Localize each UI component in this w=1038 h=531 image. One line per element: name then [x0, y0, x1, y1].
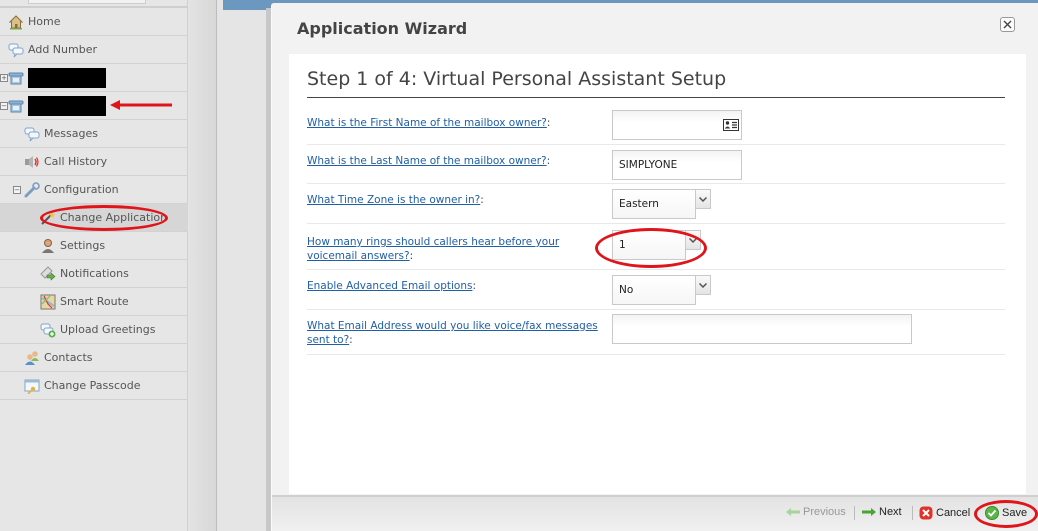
sidebar-item-label: Contacts	[44, 351, 93, 364]
cancel-icon	[919, 506, 933, 520]
sidebar-item-label: Notifications	[60, 267, 129, 280]
collapse-icon[interactable]: −	[13, 185, 21, 194]
sidebar-item-contacts[interactable]: Contacts	[0, 344, 188, 372]
select-value: Eastern	[612, 189, 696, 219]
sidebar-item-smart-route[interactable]: Smart Route	[0, 288, 188, 316]
arrow-left-icon	[786, 508, 800, 516]
field-row-last-name: What is the Last Name of the mailbox own…	[307, 145, 1005, 184]
step-title-rule	[307, 97, 1005, 98]
sidebar-item-change-application[interactable]: Change Application	[0, 204, 188, 232]
sidebar-item-settings[interactable]: Settings	[0, 232, 188, 260]
time-zone-select[interactable]: Eastern	[612, 189, 711, 219]
field-row-email-address: What Email Address would you like voice/…	[307, 310, 1005, 355]
advanced-email-select[interactable]: No	[612, 275, 711, 305]
sidebar-splitter[interactable]	[189, 0, 217, 531]
sidebar-item-change-passcode[interactable]: Change Passcode	[0, 372, 188, 400]
application-wizard-dialog: Application Wizard Step 1 of 4: Virtual …	[271, 3, 1038, 531]
passcode-icon	[24, 378, 40, 394]
rings-select[interactable]: 1	[612, 230, 701, 260]
sidebar-item-notifications[interactable]: Notifications	[0, 260, 188, 288]
field-label: What is the First Name of the mailbox ow…	[307, 117, 551, 129]
first-name-input[interactable]	[612, 110, 742, 140]
home-icon	[8, 14, 24, 30]
sidebar-top-box	[28, 0, 146, 4]
close-button[interactable]	[1000, 17, 1015, 32]
field-row-time-zone: What Time Zone is the owner in?: Eastern	[307, 184, 1005, 224]
wrench-icon	[24, 181, 40, 198]
email-address-input[interactable]	[612, 314, 912, 344]
sidebar-item-label: Home	[28, 15, 61, 28]
sidebar-item-number-2[interactable]: −	[0, 92, 188, 120]
wizard-footer: Previous Next Cancel Save	[272, 495, 1038, 531]
redacted-number	[28, 67, 106, 88]
sidebar-item-label: Messages	[44, 127, 98, 140]
help-link[interactable]: How many rings should callers hear befor…	[307, 236, 559, 262]
field-row-advanced-email: Enable Advanced Email options: No	[307, 270, 1005, 310]
last-name-input[interactable]: SIMPLYONE	[612, 150, 742, 180]
phone-icon	[8, 98, 24, 114]
sidebar-item-label: Change Passcode	[44, 379, 141, 392]
sidebar-item-label: Upload Greetings	[60, 323, 156, 336]
dialog-title: Application Wizard	[297, 19, 468, 38]
contact-card-icon[interactable]	[723, 119, 739, 131]
upload-greeting-icon	[40, 322, 56, 338]
sidebar-item-number-1[interactable]: +	[0, 64, 188, 92]
field-label: Enable Advanced Email options:	[307, 280, 476, 292]
field-label: What is the Last Name of the mailbox own…	[307, 155, 551, 167]
collapse-icon[interactable]: −	[0, 101, 8, 110]
previous-button[interactable]: Previous	[786, 506, 846, 518]
wand-icon	[40, 210, 56, 226]
sidebar-item-label: Configuration	[44, 183, 119, 196]
chat-bubbles-icon	[24, 126, 40, 142]
help-link[interactable]: What is the First Name of the mailbox ow…	[307, 117, 547, 129]
wizard-content: Step 1 of 4: Virtual Personal Assistant …	[289, 54, 1026, 494]
footer-separator	[912, 506, 913, 520]
select-value: No	[612, 275, 696, 305]
sidebar-item-label: Smart Route	[60, 295, 129, 308]
speaker-icon	[24, 154, 40, 170]
help-link[interactable]: What Time Zone is the owner in?	[307, 194, 480, 206]
field-label: How many rings should callers hear befor…	[307, 236, 560, 262]
cancel-button[interactable]: Cancel	[919, 506, 970, 520]
chat-bubbles-icon	[8, 42, 24, 58]
map-icon	[40, 294, 56, 310]
sidebar-nav: Home Add Number + − Messages Call Histor…	[0, 8, 188, 400]
sidebar: Home Add Number + − Messages Call Histor…	[0, 0, 188, 531]
expand-icon[interactable]: +	[0, 73, 8, 82]
sidebar-item-call-history[interactable]: Call History	[0, 148, 188, 176]
sidebar-item-home[interactable]: Home	[0, 8, 188, 36]
sidebar-item-add-number[interactable]: Add Number	[0, 36, 188, 64]
chevron-down-icon[interactable]	[695, 189, 711, 209]
field-row-first-name: What is the First Name of the mailbox ow…	[307, 107, 1005, 145]
annotation-arrow-icon	[110, 100, 172, 110]
field-row-rings: How many rings should callers hear befor…	[307, 224, 1005, 270]
arrow-right-icon	[862, 508, 876, 516]
sidebar-item-label: Change Application	[60, 211, 168, 224]
next-button[interactable]: Next	[862, 506, 902, 518]
close-icon	[1003, 20, 1012, 29]
field-label: What Email Address would you like voice/…	[307, 320, 598, 346]
footer-separator	[854, 506, 855, 520]
user-icon	[40, 238, 56, 254]
help-link[interactable]: Enable Advanced Email options	[307, 280, 472, 292]
redacted-number	[28, 95, 106, 116]
step-title: Step 1 of 4: Virtual Personal Assistant …	[307, 68, 727, 90]
sidebar-item-label: Add Number	[28, 43, 97, 56]
help-link[interactable]: What is the Last Name of the mailbox own…	[307, 155, 547, 167]
phone-icon	[8, 70, 24, 86]
save-button[interactable]: Save	[985, 506, 1027, 520]
select-value: 1	[612, 230, 686, 260]
sidebar-item-messages[interactable]: Messages	[0, 120, 188, 148]
notification-icon	[40, 265, 56, 282]
sidebar-item-upload-greetings[interactable]: Upload Greetings	[0, 316, 188, 344]
checkmark-icon	[985, 506, 999, 520]
sidebar-item-configuration[interactable]: − Configuration	[0, 176, 188, 204]
sidebar-item-label: Call History	[44, 155, 108, 168]
chevron-down-icon[interactable]	[685, 230, 701, 250]
contacts-icon	[24, 350, 40, 366]
sidebar-item-label: Settings	[60, 239, 106, 252]
chevron-down-icon[interactable]	[695, 275, 711, 295]
field-label: What Time Zone is the owner in?:	[307, 194, 484, 206]
